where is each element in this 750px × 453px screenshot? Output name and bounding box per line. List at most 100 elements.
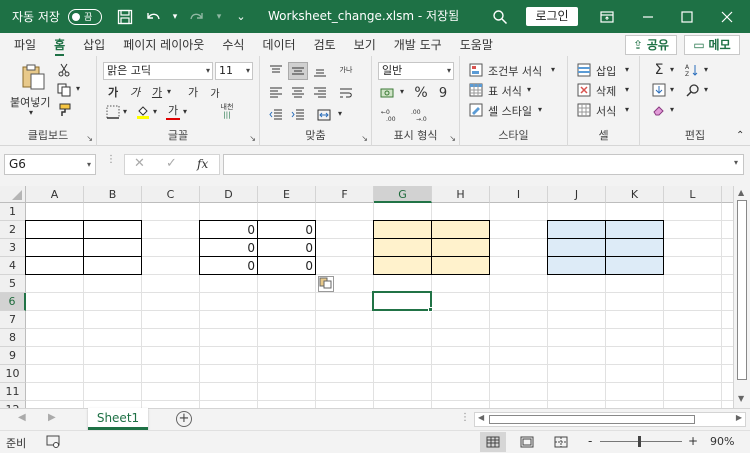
bordered-cell[interactable]: [83, 220, 142, 239]
column-header-i[interactable]: I: [490, 186, 548, 203]
bordered-cell[interactable]: [25, 256, 84, 275]
cell-styles-button[interactable]: 셀 스타일: [488, 103, 532, 119]
tab-splitter-icon[interactable]: ⋮: [460, 412, 470, 423]
conditional-format-dropdown-icon[interactable]: ▾: [551, 65, 555, 74]
phonetic-button[interactable]: 내천 |||: [215, 102, 239, 120]
alignment-launcher-icon[interactable]: ↘: [361, 134, 368, 143]
clipboard-launcher-icon[interactable]: ↘: [86, 134, 93, 143]
merge-dropdown-icon[interactable]: ▾: [338, 109, 342, 118]
format-table-icon[interactable]: [468, 82, 484, 98]
find-dropdown-icon[interactable]: ▾: [704, 85, 708, 94]
currency-icon[interactable]: [378, 84, 398, 102]
customize-icon[interactable]: ⌄: [230, 6, 252, 28]
underline-button[interactable]: 가: [149, 84, 165, 100]
sort-filter-icon[interactable]: AZ: [684, 62, 702, 78]
bold-button[interactable]: 가: [105, 84, 121, 100]
align-middle-icon[interactable]: [288, 62, 308, 80]
column-header-f[interactable]: F: [316, 186, 374, 203]
normal-view-icon[interactable]: [480, 432, 506, 452]
undo-dropdown-icon[interactable]: ▾: [170, 6, 180, 28]
undo-icon[interactable]: [142, 6, 164, 28]
tab-help[interactable]: 도움말: [451, 33, 502, 56]
zoom-in-button[interactable]: +: [688, 434, 698, 448]
copy-dropdown-icon[interactable]: ▾: [76, 84, 80, 93]
tab-insert[interactable]: 삽입: [74, 33, 114, 56]
column-header-d[interactable]: D: [200, 186, 258, 203]
percent-button[interactable]: %: [412, 84, 430, 102]
scroll-down-icon[interactable]: ▼: [738, 394, 744, 403]
clear-icon[interactable]: [650, 102, 668, 118]
zoom-slider-thumb[interactable]: [638, 436, 641, 447]
align-right-icon[interactable]: [310, 84, 330, 102]
select-all-corner[interactable]: [0, 186, 26, 203]
tab-file[interactable]: 파일: [5, 33, 45, 56]
align-bottom-icon[interactable]: [310, 62, 330, 80]
bordered-cell[interactable]: [431, 238, 490, 257]
bordered-cell[interactable]: [547, 256, 606, 275]
borders-dropdown-icon[interactable]: ▾: [123, 107, 127, 116]
bordered-cell[interactable]: [83, 256, 142, 275]
redo-dropdown-icon[interactable]: ▾: [214, 6, 224, 28]
bordered-cell[interactable]: [373, 256, 432, 275]
decrease-indent-icon[interactable]: [266, 106, 286, 124]
zoom-out-button[interactable]: -: [588, 434, 592, 448]
formula-input[interactable]: [223, 154, 744, 175]
format-dropdown-icon[interactable]: ▾: [625, 105, 629, 114]
delete-cells-button[interactable]: 삭제: [596, 83, 616, 99]
row-header-9[interactable]: 9: [0, 347, 26, 365]
find-select-icon[interactable]: [684, 82, 702, 98]
merge-center-icon[interactable]: [314, 106, 334, 124]
column-header-k[interactable]: K: [606, 186, 664, 203]
column-header-j[interactable]: J: [548, 186, 606, 203]
scroll-thumb[interactable]: [737, 200, 747, 380]
row-header-7[interactable]: 7: [0, 311, 26, 329]
cancel-icon[interactable]: ✕: [134, 156, 145, 171]
conditional-format-button[interactable]: 조건부 서식: [488, 63, 542, 79]
minimize-icon[interactable]: [629, 0, 667, 33]
tab-developer[interactable]: 개발 도구: [385, 33, 451, 56]
tab-page-layout[interactable]: 페이지 레이아웃: [114, 33, 213, 56]
bordered-cell[interactable]: [25, 238, 84, 257]
formula-bar-grip-icon[interactable]: ⋮: [106, 155, 116, 165]
maximize-icon[interactable]: [668, 0, 706, 33]
fill-handle[interactable]: [428, 307, 433, 312]
wrap-text-icon[interactable]: [336, 84, 356, 102]
underline-dropdown-icon[interactable]: ▾: [167, 87, 171, 96]
format-table-dropdown-icon[interactable]: ▾: [527, 85, 531, 94]
bordered-cell[interactable]: [547, 220, 606, 239]
paste-dropdown-icon[interactable]: ▾: [29, 108, 33, 117]
bordered-cell[interactable]: [605, 220, 664, 239]
row-header-8[interactable]: 8: [0, 329, 26, 347]
decrease-decimal-icon[interactable]: .00 →.0: [408, 106, 434, 124]
italic-button[interactable]: 가: [127, 84, 143, 100]
cell-styles-dropdown-icon[interactable]: ▾: [538, 105, 542, 114]
row-header-12[interactable]: 12: [0, 401, 26, 408]
shrink-font-button[interactable]: 가: [207, 84, 223, 100]
scroll-tabs-left-icon[interactable]: ◀: [18, 412, 26, 423]
number-format-select[interactable]: 일반 ▾: [378, 62, 454, 80]
row-header-3[interactable]: 3: [0, 239, 26, 257]
format-cells-icon[interactable]: [576, 102, 592, 118]
align-top-icon[interactable]: [266, 62, 286, 80]
ribbon-display-icon[interactable]: [588, 0, 626, 33]
scroll-thumb[interactable]: [489, 415, 695, 424]
clear-dropdown-icon[interactable]: ▾: [670, 105, 674, 114]
autosum-dropdown-icon[interactable]: ▾: [670, 65, 674, 74]
orientation-icon[interactable]: 가나: [336, 60, 356, 80]
cell-d3[interactable]: 0: [200, 239, 258, 257]
format-cells-button[interactable]: 서식: [596, 103, 616, 119]
share-button[interactable]: ⇪ 공유: [625, 35, 677, 55]
font-name-select[interactable]: 맑은 고딕 ▾: [103, 62, 213, 80]
font-color-dropdown-icon[interactable]: ▾: [183, 107, 187, 116]
paste-icon[interactable]: [18, 62, 48, 92]
conditional-format-icon[interactable]: [468, 62, 484, 78]
format-painter-icon[interactable]: [56, 102, 72, 118]
bordered-cell[interactable]: [373, 220, 432, 239]
cell-e2[interactable]: 0: [258, 221, 316, 239]
row-header-2[interactable]: 2: [0, 221, 26, 239]
tab-data[interactable]: 데이터: [253, 33, 304, 56]
tab-home[interactable]: 홈: [45, 33, 74, 56]
zoom-slider[interactable]: [600, 436, 682, 447]
enter-icon[interactable]: ✓: [166, 156, 177, 171]
autosave-toggle[interactable]: 끔: [67, 8, 102, 25]
